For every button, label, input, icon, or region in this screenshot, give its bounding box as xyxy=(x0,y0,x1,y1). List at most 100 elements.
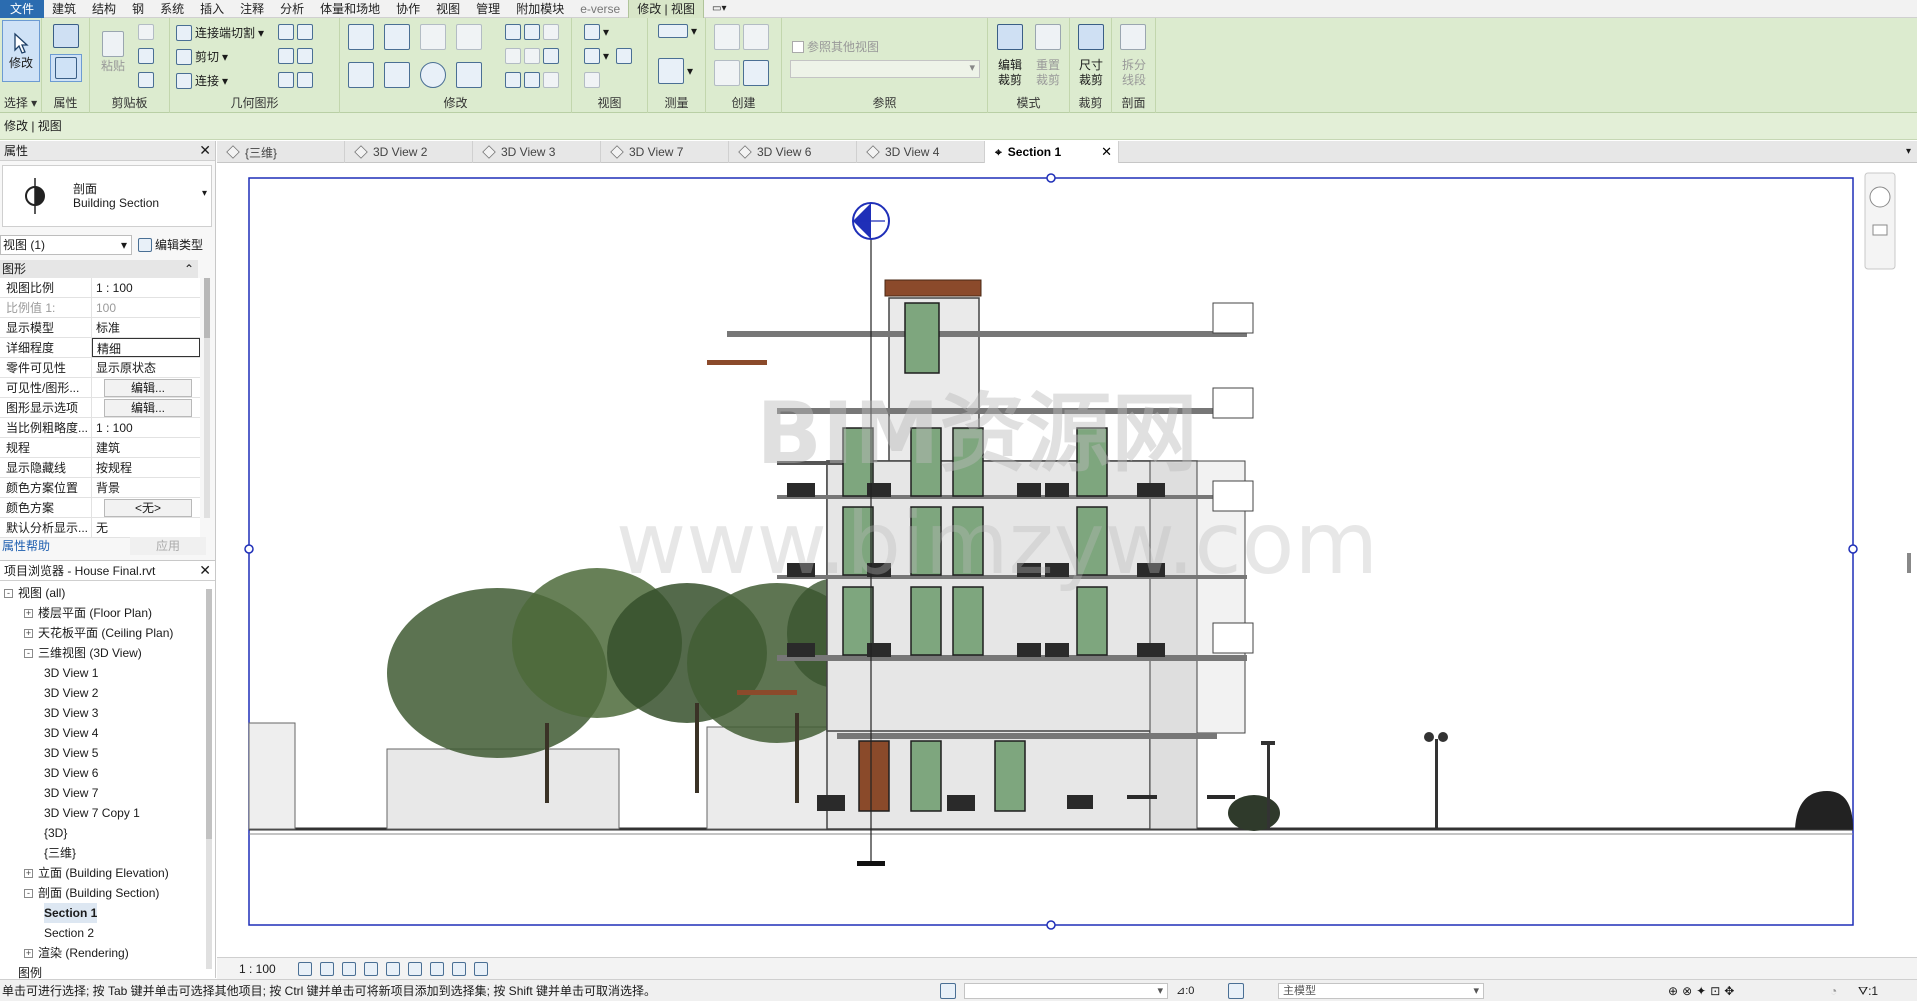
canvas-scroll-handle[interactable] xyxy=(1907,553,1911,573)
property-value[interactable]: 按规程 xyxy=(92,458,200,477)
browser-scrollbar[interactable] xyxy=(206,589,212,969)
create-similar-icon[interactable] xyxy=(743,60,769,86)
close-icon[interactable]: ✕ xyxy=(1101,144,1112,160)
collapse-icon[interactable]: - xyxy=(24,648,33,658)
trim-multiple-icon[interactable] xyxy=(505,72,521,88)
property-row[interactable]: 默认分析显示... 无 xyxy=(0,518,200,538)
scale-icon[interactable] xyxy=(524,48,540,64)
browser-item[interactable]: - 剖面 (Building Section) xyxy=(24,883,159,903)
tab-analyze[interactable]: 分析 xyxy=(272,0,312,18)
tab-everse[interactable]: e-verse xyxy=(572,0,628,18)
crop-grip-left[interactable] xyxy=(244,544,254,554)
copy-button[interactable] xyxy=(138,48,154,64)
tab-addins[interactable]: 附加模块 xyxy=(508,0,572,18)
browser-item[interactable]: 3D View 4 xyxy=(44,723,98,743)
browser-item[interactable]: 3D View 7 Copy 1 xyxy=(44,803,140,823)
create-group-icon[interactable] xyxy=(743,24,769,50)
properties-scrollbar[interactable] xyxy=(204,278,210,518)
browser-item[interactable]: 3D View 5 xyxy=(44,743,98,763)
analytical-model-icon[interactable] xyxy=(473,961,488,976)
copy-element-icon[interactable] xyxy=(384,62,410,88)
design-option-dropdown[interactable]: 主模型 ▾ xyxy=(1278,983,1484,999)
join-geometry-button[interactable]: 连接 ▾ xyxy=(176,72,228,89)
paste-button[interactable]: 粘贴 xyxy=(98,22,128,82)
property-value[interactable]: <无> xyxy=(92,498,200,517)
cut-button[interactable] xyxy=(138,24,154,40)
workset-dropdown[interactable]: ▾ xyxy=(964,983,1168,999)
navigation-bar[interactable] xyxy=(1864,172,1896,270)
close-icon[interactable]: ✕ xyxy=(199,562,211,579)
tab-file[interactable]: 文件 xyxy=(0,0,45,18)
property-value[interactable]: 1 : 100 xyxy=(92,278,200,297)
property-row[interactable]: 视图比例 1 : 100 xyxy=(0,278,200,298)
mirror-draw-icon[interactable] xyxy=(456,24,482,50)
browser-item[interactable]: + 渲染 (Rendering) xyxy=(24,943,129,963)
apply-button[interactable]: 应用 xyxy=(130,537,206,555)
browser-item[interactable]: {3D} xyxy=(44,823,67,843)
tab-architecture[interactable]: 建筑 xyxy=(44,0,84,18)
property-row[interactable]: 图形显示选项 编辑... xyxy=(0,398,200,418)
property-value[interactable]: 编辑... xyxy=(92,378,200,397)
property-row[interactable]: 颜色方案位置 背景 xyxy=(0,478,200,498)
wall-joins-button[interactable]: 连接端切割 ▾ xyxy=(176,24,264,41)
tab-list-menu-icon[interactable]: ▾ xyxy=(1906,141,1911,162)
property-value[interactable]: 背景 xyxy=(92,478,200,497)
crop-grip-top[interactable] xyxy=(1046,173,1056,183)
array-icon[interactable] xyxy=(505,48,521,64)
ribbon-minimize-button[interactable]: ▭▾ xyxy=(704,0,734,18)
match-properties-button[interactable] xyxy=(138,72,154,88)
properties-help-link[interactable]: 属性帮助 xyxy=(0,539,50,553)
properties-button[interactable] xyxy=(50,54,82,82)
property-value[interactable]: 建筑 xyxy=(92,438,200,457)
rotate-icon[interactable] xyxy=(420,62,446,88)
split-gap-icon[interactable] xyxy=(524,24,540,40)
override-graphics-button[interactable]: ▾ xyxy=(584,48,609,64)
property-value[interactable]: 1 : 100 xyxy=(92,418,200,437)
hide-in-view-button[interactable]: ▾ xyxy=(584,24,609,40)
view-extra-button[interactable] xyxy=(616,48,632,64)
view-scale[interactable]: 1 : 100 xyxy=(239,962,276,976)
property-row[interactable]: 显示隐藏线 按规程 xyxy=(0,458,200,478)
browser-item[interactable]: Section 2 xyxy=(44,923,94,943)
tab-collaborate[interactable]: 协作 xyxy=(388,0,428,18)
drawing-canvas[interactable]: BIM资源网 www.bimzyw.com xyxy=(217,163,1917,957)
visual-style-icon[interactable] xyxy=(319,961,334,976)
create-part-icon[interactable] xyxy=(714,24,740,50)
tab-3d-view-4[interactable]: 3D View 4 xyxy=(857,141,985,163)
extend-icon[interactable] xyxy=(524,72,540,88)
size-crop-button[interactable]: 尺寸 裁剪 xyxy=(1070,58,1112,88)
tab-massing-site[interactable]: 体量和场地 xyxy=(312,0,388,18)
browser-item[interactable]: Section 1 xyxy=(44,903,98,923)
panel-select-name[interactable]: 选择 ▾ xyxy=(0,94,41,111)
property-row[interactable]: 颜色方案 <无> xyxy=(0,498,200,518)
property-row[interactable]: 比例值 1: 100 xyxy=(0,298,200,318)
cut-geometry-button[interactable]: 剪切 ▾ xyxy=(176,48,228,65)
geometry-tool-1[interactable] xyxy=(278,24,313,40)
temporary-hide-icon[interactable] xyxy=(429,961,444,976)
browser-item[interactable]: 3D View 3 xyxy=(44,703,98,723)
delete-icon[interactable] xyxy=(543,72,559,88)
property-row[interactable]: 可见性/图形... 编辑... xyxy=(0,378,200,398)
crop-view-icon[interactable] xyxy=(385,961,400,976)
browser-item[interactable]: 3D View 7 xyxy=(44,783,98,803)
offset-icon[interactable] xyxy=(384,24,410,50)
browser-item[interactable]: - 视图 (all) xyxy=(4,583,65,603)
tab-insert[interactable]: 插入 xyxy=(192,0,232,18)
collapse-icon[interactable]: - xyxy=(4,588,13,598)
property-row[interactable]: 当比例粗略度... 1 : 100 xyxy=(0,418,200,438)
reset-crop-button[interactable]: 重置 裁剪 xyxy=(1028,58,1068,88)
background-process-icon[interactable]: ◔ xyxy=(1830,980,1837,1001)
edit-type-button[interactable]: 编辑类型 xyxy=(138,235,203,255)
tab-3d-view-7[interactable]: 3D View 7 xyxy=(601,141,729,163)
shadows-icon[interactable] xyxy=(363,961,378,976)
tab-manage[interactable]: 管理 xyxy=(468,0,508,18)
pin-icon[interactable] xyxy=(543,48,559,64)
reference-view-dropdown[interactable]: ▾ xyxy=(790,60,980,78)
tab-3d-view-3[interactable]: 3D View 3 xyxy=(473,141,601,163)
browser-item[interactable]: 3D View 1 xyxy=(44,663,98,683)
graphics-group-header[interactable]: 图形 ⌃ xyxy=(0,260,198,278)
type-properties-button[interactable] xyxy=(50,22,82,50)
split-icon[interactable] xyxy=(505,24,521,40)
sun-path-icon[interactable] xyxy=(341,961,356,976)
expand-icon[interactable]: + xyxy=(24,608,33,618)
